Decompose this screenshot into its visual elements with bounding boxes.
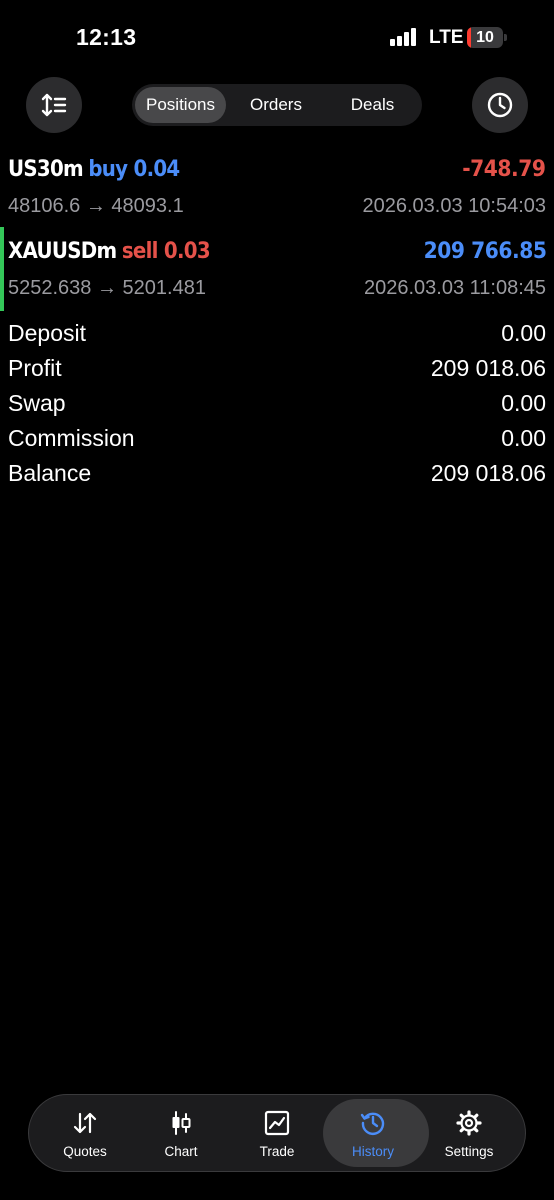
position-datetime: 2026.03.03 11:08:45 [363,277,546,299]
summary-value-balance: 209 018.06 [430,460,546,486]
battery-tip [504,34,507,41]
position-side: sell 0.03 [121,239,211,264]
battery-level: 10 [476,29,494,46]
position-symbol: XAUUSDm [8,239,117,264]
summary-label-swap: Swap [8,390,66,416]
view-segmented-control: Positions Orders Deals [132,84,422,126]
summary-label-balance: Balance [8,460,92,486]
summary-value-profit: 209 018.06 [430,355,546,381]
close-price: 5201.481 [122,277,206,299]
position-side: buy 0.04 [88,157,180,182]
position-row[interactable]: US30m buy 0.04 -748.79 48106.6 → 48093.1 … [0,150,554,226]
clock-icon [487,92,513,118]
summary-label-commission: Commission [8,425,135,451]
tab-history[interactable]: History [323,1095,429,1171]
tab-label: Settings [444,1144,494,1159]
history-period-button[interactable] [472,77,528,133]
summary-label-profit: Profit [8,355,62,381]
arrow-right-icon: → [85,195,106,217]
position-title: XAUUSDm sell 0.03 [8,239,211,264]
tab-quotes[interactable]: Quotes [37,1095,133,1171]
trade-chart-icon [264,1110,290,1136]
position-row[interactable]: XAUUSDm sell 0.03 209 766.85 5252.638 → 5… [0,228,554,312]
tab-label: Quotes [63,1144,107,1159]
candlestick-chart-icon [172,1111,191,1135]
open-price: 5252.638 [8,277,92,299]
sort-arrows-icon [41,93,67,117]
tab-chart[interactable]: Chart [133,1095,229,1171]
sort-button[interactable] [26,77,82,133]
summary-value-commission: 0.00 [501,425,546,451]
position-prices: 5252.638 → 5201.481 [8,277,206,300]
tab-deals[interactable]: Deals [326,87,419,123]
tab-label: History [351,1144,394,1159]
position-prices: 48106.6 → 48093.1 [8,195,184,218]
position-title: US30m buy 0.04 [8,157,180,182]
position-profit: -748.79 [462,157,547,182]
close-price: 48093.1 [111,195,184,217]
arrow-right-icon: → [96,277,117,299]
summary-label-deposit: Deposit [8,320,86,346]
signal-icon [390,28,420,46]
position-datetime: 2026.03.03 10:54:03 [362,195,546,217]
status-bar: 12:13 LTE 10 [0,0,554,70]
status-time: 12:13 [76,24,137,50]
tab-label: Trade [259,1144,295,1159]
tab-settings[interactable]: Settings [421,1095,517,1171]
tab-label: Chart [164,1144,198,1159]
tab-positions[interactable]: Positions [135,87,226,123]
carrier-label: LTE [429,27,464,48]
open-price: 48106.6 [8,195,81,217]
summary-value-deposit: 0.00 [501,320,546,346]
battery-icon: 10 [467,27,503,48]
tab-orders[interactable]: Orders [230,87,322,123]
position-symbol: US30m [8,157,84,182]
quotes-arrows-icon [73,1112,97,1134]
gear-icon [456,1110,482,1136]
position-profit: 209 766.85 [423,239,546,264]
bottom-tab-bar: Quotes Chart Trade History Settings [28,1094,526,1172]
history-clock-icon [360,1112,385,1135]
summary-value-swap: 0.00 [501,390,546,416]
tab-trade[interactable]: Trade [229,1095,325,1171]
